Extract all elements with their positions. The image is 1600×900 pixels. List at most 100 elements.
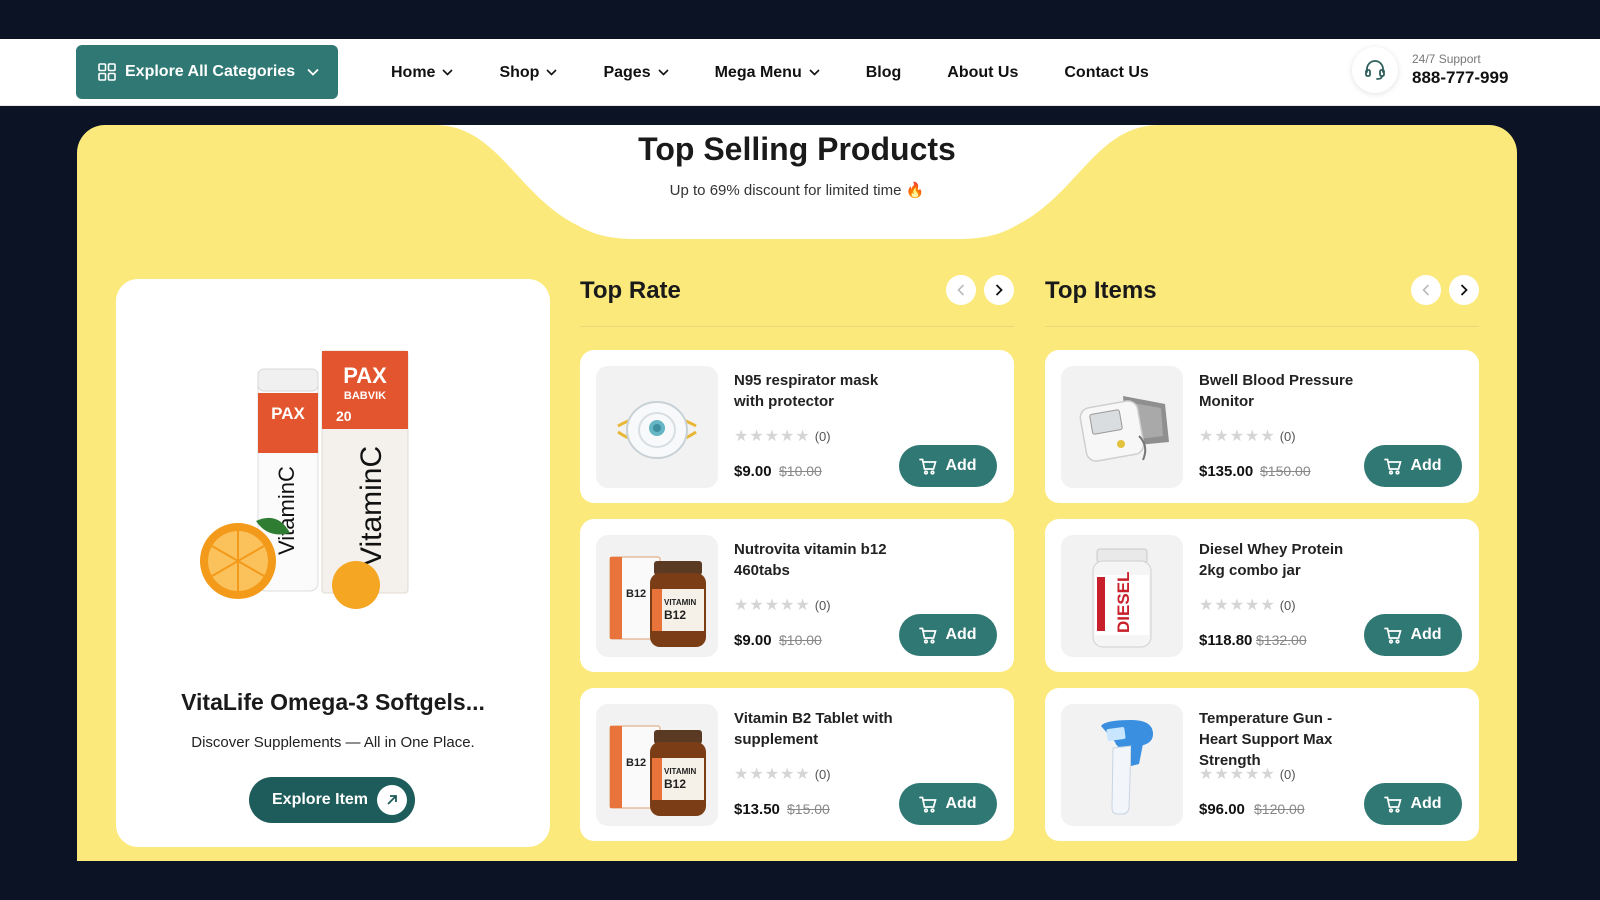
product-thumbnail[interactable]: B12 VITAMIN B12 [596, 535, 718, 657]
product-name[interactable]: Diesel Whey Protein 2kg combo jar [1199, 539, 1359, 581]
star-icon: ★ [734, 597, 749, 614]
explore-item-button[interactable]: Explore Item [249, 777, 415, 823]
vitamin-c-product-image: PAX BABVIK 20 VitaminC PAX VitaminC [200, 350, 409, 609]
add-to-cart-button[interactable]: Add [1364, 614, 1462, 656]
product-name[interactable]: Bwell Blood Pressure Monitor [1199, 370, 1359, 412]
star-icon: ★ [795, 766, 810, 783]
star-icon: ★ [749, 428, 764, 445]
section-subtitle: Up to 69% discount for limited time 🔥 [77, 181, 1517, 199]
nav-home[interactable]: Home [391, 63, 454, 82]
star-icon: ★ [734, 428, 749, 445]
rating-count: (0) [814, 428, 831, 444]
product-thumbnail[interactable]: B12 VITAMIN B12 [596, 704, 718, 826]
star-icon: ★ [1214, 428, 1229, 445]
nav-blog[interactable]: Blog [866, 64, 902, 82]
product-name[interactable]: Temperature Gun - Heart Support Max Stre… [1199, 708, 1374, 771]
rating-stars: ★ ★ ★ ★ ★ (0) [734, 764, 831, 784]
star-icon: ★ [1260, 428, 1275, 445]
product-old-price: $150.00 [1260, 463, 1311, 479]
nav-contact-us[interactable]: Contact Us [1064, 64, 1148, 82]
star-icon: ★ [749, 766, 764, 783]
product-old-price: $10.00 [779, 463, 822, 479]
svg-text:VITAMIN: VITAMIN [664, 598, 697, 607]
product-thumbnail[interactable] [1061, 704, 1183, 826]
headset-icon [1352, 47, 1398, 93]
svg-text:VITAMIN: VITAMIN [664, 767, 697, 776]
add-to-cart-button[interactable]: Add [1364, 445, 1462, 487]
product-card[interactable]: N95 respirator mask with protector ★ ★ ★ ★ ★… [580, 350, 1014, 503]
prev-arrow-button[interactable] [1411, 275, 1441, 305]
star-icon: ★ [780, 597, 795, 614]
product-price: $118.80 [1199, 632, 1253, 649]
product-card[interactable]: Bwell Blood Pressure Monitor ★ ★ ★ ★ ★ (0) $… [1045, 350, 1479, 503]
svg-text:B12: B12 [626, 588, 646, 600]
explore-categories-button[interactable]: Explore All Categories [76, 45, 338, 99]
star-icon: ★ [1199, 597, 1214, 614]
promo-tube-label-text: VitaminC [274, 466, 299, 555]
star-icon: ★ [795, 597, 810, 614]
star-icon: ★ [749, 597, 764, 614]
cart-icon [919, 458, 938, 475]
star-icon: ★ [764, 597, 780, 614]
nav-pages[interactable]: Pages [603, 63, 669, 82]
top-dark-bar [0, 0, 1600, 39]
support-contact[interactable]: 24/7 Support 888-777-999 [1352, 47, 1508, 93]
product-thumbnail[interactable] [596, 366, 718, 488]
star-icon: ★ [1229, 597, 1245, 614]
star-icon: ★ [1245, 597, 1260, 614]
chevron-down-icon [442, 69, 454, 76]
add-label: Add [945, 626, 977, 643]
nav-label: Home [391, 63, 436, 81]
product-name[interactable]: N95 respirator mask with protector [734, 370, 894, 412]
svg-text:B12: B12 [626, 757, 646, 769]
add-to-cart-button[interactable]: Add [899, 614, 997, 656]
thermometer-gun-image [1101, 720, 1153, 815]
star-icon: ★ [795, 428, 810, 445]
star-icon: ★ [1245, 766, 1260, 783]
product-thumbnail[interactable]: DIESEL [1061, 535, 1183, 657]
prev-arrow-button[interactable] [946, 275, 976, 305]
rating-stars: ★ ★ ★ ★ ★ (0) [734, 426, 831, 446]
product-price: $135.00 [1199, 463, 1254, 480]
product-card[interactable]: B12 VITAMIN B12 Vitamin B2 Tablet with s… [580, 688, 1014, 841]
add-label: Add [945, 795, 977, 812]
next-arrow-button[interactable] [1449, 275, 1479, 305]
add-to-cart-button[interactable]: Add [1364, 783, 1462, 825]
product-name[interactable]: Nutrovita vitamin b12 460tabs [734, 539, 894, 581]
promo-box-label-text: VitaminC [355, 446, 388, 567]
product-card[interactable]: DIESEL Diesel Whey Protein 2kg combo jar… [1045, 519, 1479, 672]
product-old-price: $120.00 [1254, 801, 1305, 817]
nav-about-us[interactable]: About Us [947, 64, 1018, 82]
add-label: Add [1410, 626, 1442, 643]
promo-tube-brand-text: PAX [271, 404, 305, 423]
add-label: Add [1410, 795, 1442, 812]
column-title: Top Rate [580, 277, 681, 304]
section-title: Top Selling Products [638, 131, 956, 167]
carousel-arrows [938, 275, 1014, 305]
product-card[interactable]: B12 VITAMIN B12 Nutrovita vitamin b12 46… [580, 519, 1014, 672]
product-name[interactable]: Vitamin B2 Tablet with supplement [734, 708, 894, 750]
rating-stars: ★ ★ ★ ★ ★ (0) [1199, 426, 1296, 446]
top-selling-section: Top Selling Products Up to 69% discount … [77, 125, 1517, 861]
rating-count: (0) [1279, 428, 1296, 444]
chevron-down-icon [809, 69, 820, 76]
add-to-cart-button[interactable]: Add [899, 783, 997, 825]
product-thumbnail[interactable] [1061, 366, 1183, 488]
protein-jar-image: DIESEL [1092, 548, 1152, 648]
rating-count: (0) [814, 766, 831, 782]
next-arrow-button[interactable] [984, 275, 1014, 305]
fire-icon: 🔥 [905, 182, 925, 199]
nav-shop[interactable]: Shop [499, 63, 558, 82]
star-icon: ★ [1214, 766, 1229, 783]
support-label: 24/7 Support [1412, 52, 1481, 66]
chevron-down-icon [546, 69, 558, 76]
star-icon: ★ [780, 766, 795, 783]
nav-label: Shop [499, 63, 540, 81]
add-to-cart-button[interactable]: Add [899, 445, 997, 487]
column-divider [580, 326, 1014, 327]
product-card[interactable]: Temperature Gun - Heart Support Max Stre… [1045, 688, 1479, 841]
nav-mega-menu[interactable]: Mega Menu [715, 64, 820, 82]
product-price: $9.00 [734, 463, 772, 480]
carousel-arrows [1403, 275, 1479, 305]
nav-label: Pages [603, 63, 651, 81]
